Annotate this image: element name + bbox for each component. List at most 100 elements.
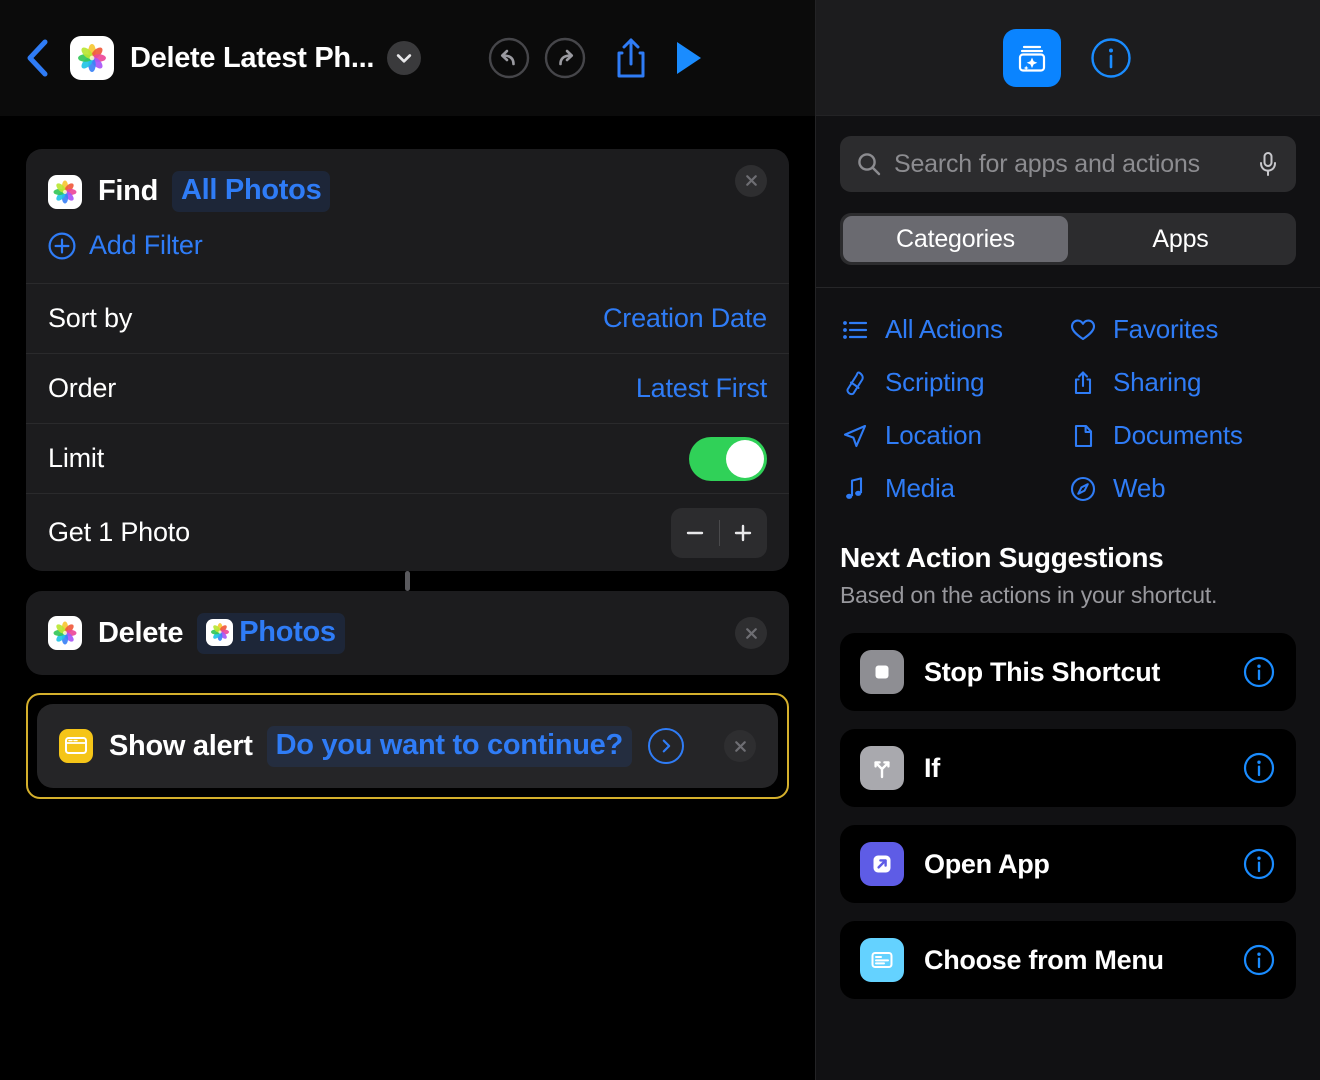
- suggestion-row-if[interactable]: If: [840, 729, 1296, 807]
- remove-find-action-button[interactable]: [735, 164, 767, 197]
- find-card-header: Find All Photos: [26, 149, 789, 212]
- category-label-web: Web: [1113, 473, 1166, 503]
- suggestion-info-button-choose-from-menu[interactable]: [1242, 943, 1276, 977]
- editor-toolbar: Delete Latest Ph...: [0, 0, 815, 116]
- shortcut-photos-icon: [70, 36, 114, 80]
- suggestion-row-stop-this-shortcut[interactable]: Stop This Shortcut: [840, 633, 1296, 711]
- stepper-decrement-button[interactable]: [671, 508, 719, 558]
- show-alert-card-header: Show alert Do you want to continue?: [37, 723, 778, 769]
- compass-icon: [1068, 474, 1098, 504]
- stepper-increment-button[interactable]: [719, 508, 767, 558]
- library-info-button[interactable]: [1089, 36, 1133, 80]
- action-library-button[interactable]: [1003, 28, 1061, 87]
- suggestion-label-if: If: [924, 752, 940, 783]
- document-icon: [1068, 421, 1098, 451]
- shortcut-canvas: Find All Photos Add Filter Sort by Creat…: [0, 116, 815, 1080]
- show-alert-disclosure-button[interactable]: [647, 728, 684, 764]
- branch-fork-icon: [860, 746, 904, 790]
- find-source-token[interactable]: All Photos: [172, 171, 331, 212]
- category-item-scripting[interactable]: Scripting: [840, 367, 1068, 398]
- shortcut-title[interactable]: Delete Latest Ph...: [130, 42, 374, 75]
- action-library-pane: Categories Apps All Actions: [815, 0, 1320, 1080]
- share-button[interactable]: [603, 30, 659, 86]
- delete-input-token[interactable]: Photos: [197, 612, 345, 654]
- remove-delete-action-button[interactable]: [735, 617, 767, 649]
- scripting-icon: [840, 368, 870, 398]
- find-source-token-label: All Photos: [181, 174, 322, 206]
- tab-apps[interactable]: Apps: [1068, 216, 1293, 262]
- microphone-icon[interactable]: [1256, 150, 1280, 178]
- limit-toggle[interactable]: [689, 436, 767, 481]
- action-card-find[interactable]: Find All Photos Add Filter Sort by Creat…: [26, 149, 789, 571]
- remove-show-alert-action-button[interactable]: [724, 730, 756, 762]
- param-row-order[interactable]: Order Latest First: [26, 353, 789, 423]
- photo-count-stepper[interactable]: [671, 507, 767, 558]
- category-label-favorites: Favorites: [1113, 314, 1219, 344]
- list-bullet-icon: [840, 315, 870, 345]
- photos-app-icon: [78, 44, 106, 72]
- token-photos-icon: [206, 618, 234, 646]
- photos-app-icon: [53, 621, 77, 645]
- param-row-limit: Limit: [26, 423, 789, 493]
- play-button[interactable]: [659, 30, 715, 86]
- library-search-section: [816, 116, 1320, 192]
- plus-circle-icon: [48, 232, 76, 259]
- suggestion-label-open-app: Open App: [924, 848, 1050, 879]
- category-item-media[interactable]: Media: [840, 473, 1068, 504]
- shortcuts-editor-screen: Delete Latest Ph... Find All Photos Add …: [0, 0, 1320, 1080]
- chevron-left-icon: [27, 39, 48, 77]
- category-grid: All Actions Favorites Scripting Sharing …: [816, 288, 1320, 504]
- delete-action-verb: Delete: [98, 616, 184, 649]
- library-segmented-control[interactable]: Categories Apps: [840, 213, 1296, 265]
- photos-app-icon: [53, 180, 77, 203]
- suggestions-header: Next Action Suggestions Based on the act…: [816, 504, 1320, 609]
- suggestion-row-open-app[interactable]: Open App: [840, 825, 1296, 903]
- toggle-knob: [726, 439, 764, 478]
- suggestions-title: Next Action Suggestions: [840, 542, 1164, 573]
- shortcut-menu-button[interactable]: [387, 41, 422, 75]
- paper-plane-icon: [840, 421, 870, 451]
- tab-categories[interactable]: Categories: [843, 216, 1068, 262]
- library-header: [816, 0, 1320, 116]
- photos-badge: [48, 616, 82, 650]
- plus-icon: [735, 524, 752, 541]
- stop-square-icon: [860, 650, 904, 694]
- param-value-order[interactable]: Latest First: [636, 373, 767, 404]
- category-item-documents[interactable]: Documents: [1068, 420, 1296, 451]
- search-input[interactable]: [894, 149, 1244, 179]
- category-item-web[interactable]: Web: [1068, 473, 1296, 504]
- minus-icon: [686, 531, 703, 534]
- param-label-order: Order: [48, 373, 117, 403]
- info-circle-icon: [1091, 37, 1131, 78]
- param-label-get-count: Get 1 Photo: [48, 517, 190, 547]
- back-button[interactable]: [14, 32, 60, 84]
- music-note-icon: [840, 474, 870, 504]
- suggestion-info-button-stop-this-shortcut[interactable]: [1242, 655, 1276, 689]
- alert-message-token[interactable]: Do you want to continue?: [266, 725, 632, 767]
- alert-message-token-label: Do you want to continue?: [275, 728, 624, 761]
- selected-action-highlight: Show alert Do you want to continue?: [26, 693, 789, 799]
- action-card-show-alert[interactable]: Show alert Do you want to continue?: [37, 704, 778, 788]
- category-label-sharing: Sharing: [1113, 367, 1202, 397]
- category-label-all-actions: All Actions: [885, 314, 1003, 344]
- add-filter-label: Add Filter: [89, 230, 203, 260]
- add-filter-button[interactable]: Add Filter: [26, 212, 789, 283]
- param-row-sort-by[interactable]: Sort by Creation Date: [26, 283, 789, 353]
- suggestion-info-button-if[interactable]: [1242, 751, 1276, 785]
- redo-button[interactable]: [537, 30, 593, 86]
- param-label-sort-by: Sort by: [48, 303, 133, 333]
- param-value-sort-by[interactable]: Creation Date: [603, 303, 767, 334]
- info-circle-icon: [1243, 848, 1275, 880]
- category-item-all-actions[interactable]: All Actions: [840, 314, 1068, 345]
- action-card-delete[interactable]: Delete Photos: [26, 591, 789, 675]
- suggestion-info-button-open-app[interactable]: [1242, 847, 1276, 881]
- search-bar[interactable]: [840, 136, 1296, 192]
- category-label-media: Media: [885, 473, 955, 503]
- category-item-favorites[interactable]: Favorites: [1068, 314, 1296, 345]
- category-item-sharing[interactable]: Sharing: [1068, 367, 1296, 398]
- undo-button[interactable]: [481, 30, 537, 86]
- category-item-location[interactable]: Location: [840, 420, 1068, 451]
- suggestion-row-choose-from-menu[interactable]: Choose from Menu: [840, 921, 1296, 999]
- suggestion-label-choose-from-menu: Choose from Menu: [924, 944, 1164, 975]
- category-label-scripting: Scripting: [885, 367, 985, 397]
